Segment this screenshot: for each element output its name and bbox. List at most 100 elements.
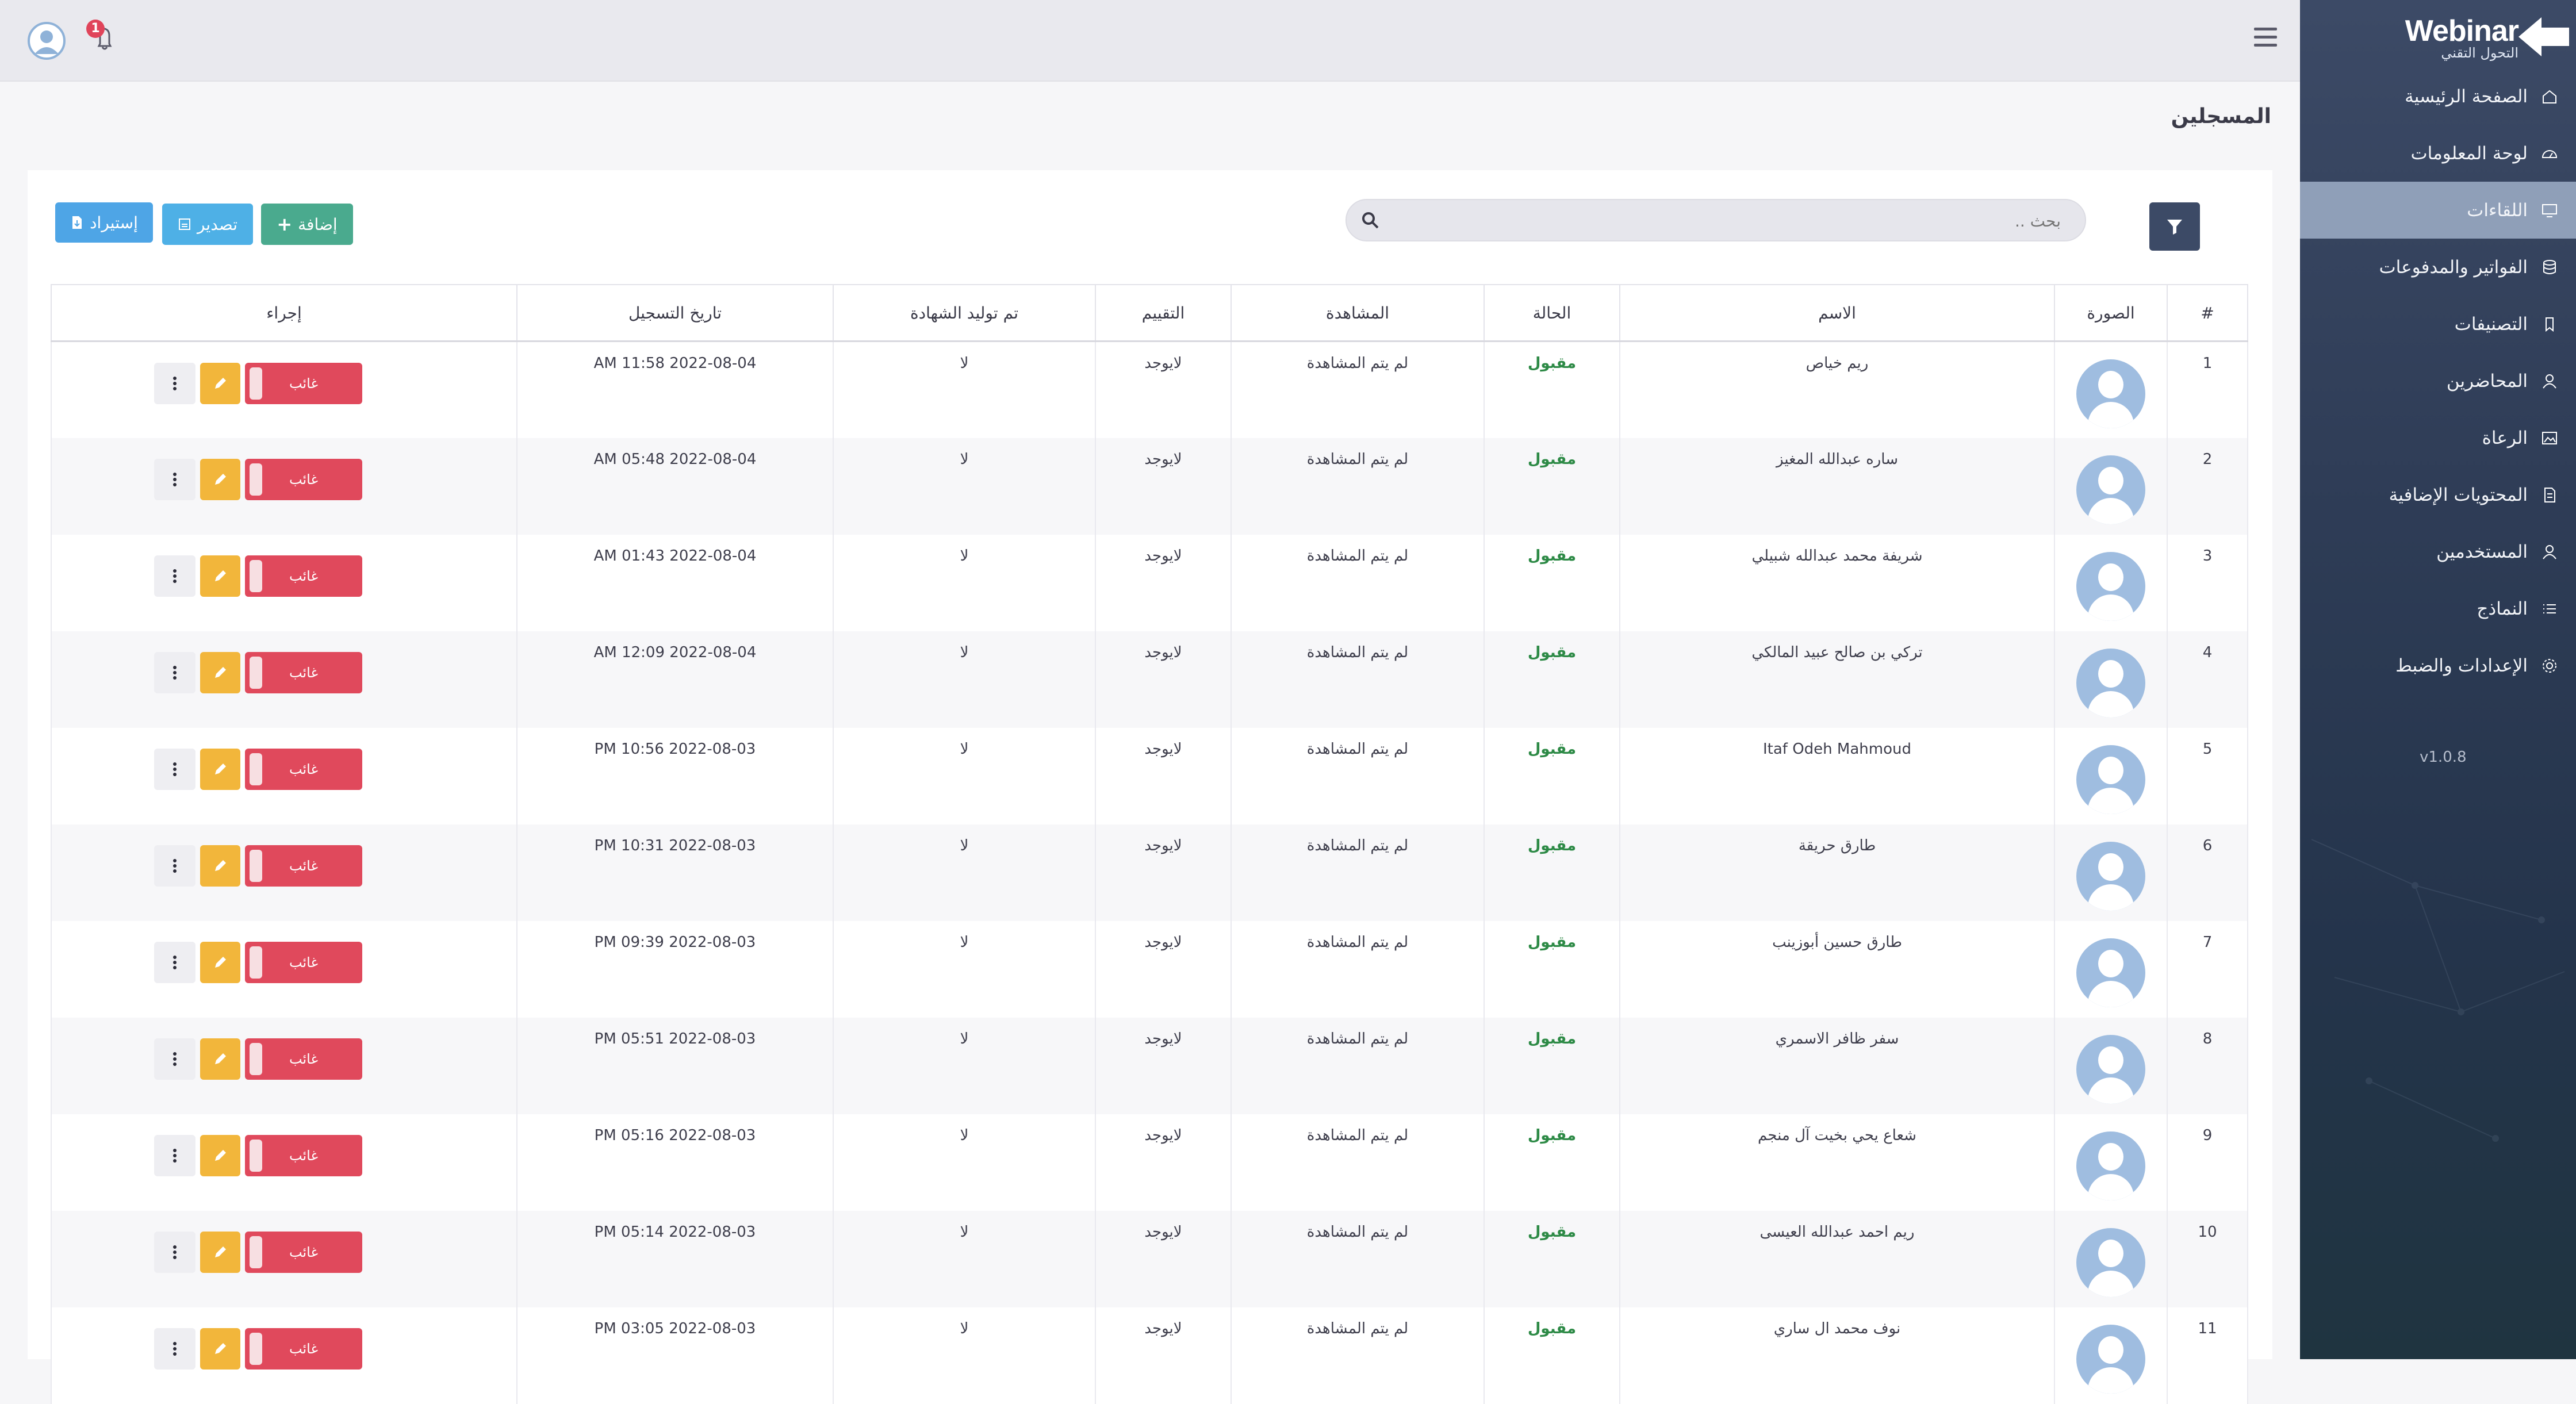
add-button[interactable]: + إضافة (261, 204, 353, 245)
sidebar-item-extra-content[interactable]: المحتويات الإضافية (2300, 466, 2576, 523)
more-options-button[interactable] (154, 651, 195, 693)
menu-toggle-icon[interactable] (2254, 28, 2277, 47)
status-badge: مقبول (1483, 824, 1620, 921)
row-number: 8 (2167, 1017, 2248, 1114)
column-header-photo[interactable]: الصورة (2054, 284, 2168, 342)
edit-button[interactable] (200, 363, 240, 404)
sidebar-item-sponsors[interactable]: الرعاة (2300, 409, 2576, 466)
edit-button[interactable] (200, 1231, 240, 1273)
row-name: ساره عبدالله المغيز (1619, 438, 2055, 535)
pencil-icon (215, 378, 226, 389)
more-options-button[interactable] (154, 1231, 195, 1273)
absent-toggle-button[interactable]: غائب (245, 1231, 362, 1273)
more-options-button[interactable] (154, 555, 195, 597)
more-options-button[interactable] (154, 458, 195, 500)
row-registration-date: 2022-08-03 10:56 PM (516, 727, 834, 824)
column-header-number[interactable]: # (2167, 284, 2248, 342)
sidebar-item-meetings[interactable]: اللقاءات (2300, 182, 2576, 239)
sidebar-item-lecturers[interactable]: المحاضرين (2300, 352, 2576, 409)
edit-button[interactable] (200, 1038, 240, 1080)
sidebar-item-forms[interactable]: النماذج (2300, 580, 2576, 637)
row-photo-cell (2054, 920, 2168, 1018)
more-options-button[interactable] (154, 1134, 195, 1176)
row-photo-cell (2054, 1114, 2168, 1211)
more-vertical-icon (173, 377, 177, 390)
row-actions: غائب (51, 438, 518, 535)
row-watch-status: لم يتم المشاهدة (1230, 341, 1485, 438)
sidebar-item-label: لوحة المعلومات (2410, 143, 2528, 164)
sidebar-item-categories[interactable]: التصنيفات (2300, 296, 2576, 352)
absent-toggle-button[interactable]: غائب (245, 748, 362, 790)
column-header-status[interactable]: الحالة (1483, 284, 1620, 342)
app-version: v1.0.8 (2420, 749, 2467, 766)
row-name: طارق حريقة (1619, 824, 2055, 921)
row-number: 11 (2167, 1307, 2248, 1404)
more-options-button[interactable] (154, 748, 195, 790)
export-button[interactable]: تصدير (162, 204, 253, 245)
table-row: 5 Itaf Odeh Mahmoud مقبول لم يتم المشاهد… (51, 727, 2248, 824)
row-name: نوف محمد ال ساري (1619, 1307, 2055, 1404)
status-badge: مقبول (1483, 727, 1620, 824)
column-header-action: إجراء (51, 284, 518, 342)
search-input[interactable] (1393, 205, 2062, 237)
column-header-certificate[interactable]: تم توليد الشهادة (833, 284, 1096, 342)
sidebar-item-users[interactable]: المستخدمين (2300, 523, 2576, 580)
filter-button[interactable] (2149, 202, 2200, 251)
row-actions: غائب (51, 824, 518, 921)
toggle-knob (250, 946, 262, 979)
row-photo-cell (2054, 631, 2168, 728)
absent-toggle-button[interactable]: غائب (245, 458, 362, 500)
row-rating: لايوجد (1095, 1210, 1232, 1307)
absent-toggle-button[interactable]: غائب (245, 555, 362, 597)
more-options-button[interactable] (154, 1038, 195, 1080)
more-options-button[interactable] (154, 845, 195, 887)
sidebar-item-dashboard[interactable]: لوحة المعلومات (2300, 125, 2576, 182)
edit-button[interactable] (200, 458, 240, 500)
column-header-rating[interactable]: التقييم (1095, 284, 1232, 342)
plus-icon: + (277, 213, 293, 235)
notification-badge: 1 (86, 20, 105, 38)
toggle-knob (250, 367, 262, 400)
sidebar-item-settings[interactable]: الإعدادات والضبط (2300, 637, 2576, 694)
import-button[interactable]: إستيراد (55, 202, 153, 243)
edit-button[interactable] (200, 845, 240, 887)
edit-button[interactable] (200, 941, 240, 983)
row-rating: لايوجد (1095, 341, 1232, 438)
more-options-button[interactable] (154, 941, 195, 983)
edit-button[interactable] (200, 555, 240, 597)
absent-toggle-button[interactable]: غائب (245, 363, 362, 404)
webinar-logo: Webinar التحول التقني (2405, 16, 2519, 61)
edit-button[interactable] (200, 748, 240, 790)
more-vertical-icon (173, 955, 177, 969)
absent-toggle-button[interactable]: غائب (245, 1328, 362, 1370)
sidebar-item-invoices[interactable]: الفواتير والمدفوعات (2300, 239, 2576, 296)
edit-button[interactable] (200, 1328, 240, 1370)
row-certificate: لا (833, 1114, 1096, 1211)
absent-toggle-button[interactable]: غائب (245, 1134, 362, 1176)
edit-button[interactable] (200, 1134, 240, 1176)
more-options-button[interactable] (154, 1328, 195, 1370)
sidebar-item-label: الفواتير والمدفوعات (2379, 256, 2528, 278)
absent-toggle-button[interactable]: غائب (245, 941, 362, 983)
row-actions: غائب (51, 1114, 518, 1211)
more-options-button[interactable] (154, 363, 195, 404)
row-watch-status: لم يتم المشاهدة (1230, 727, 1485, 824)
table-row: 7 طارق حسين أبوزينب مقبول لم يتم المشاهد… (51, 920, 2248, 1018)
row-actions: غائب (51, 1210, 518, 1307)
edit-button[interactable] (200, 651, 240, 693)
absent-toggle-button[interactable]: غائب (245, 651, 362, 693)
row-rating: لايوجد (1095, 438, 1232, 535)
sidebar-item-home[interactable]: الصفحة الرئيسية (2300, 68, 2576, 125)
column-header-watch[interactable]: المشاهدة (1230, 284, 1485, 342)
absent-toggle-button[interactable]: غائب (245, 845, 362, 887)
column-header-registration-date[interactable]: تاريخ التسجيل (516, 284, 834, 342)
absent-label: غائب (289, 567, 319, 584)
more-vertical-icon (173, 1148, 177, 1163)
user-avatar-icon[interactable] (28, 22, 66, 60)
absent-toggle-button[interactable]: غائب (245, 1038, 362, 1080)
avatar (2076, 359, 2145, 428)
avatar (2076, 1131, 2145, 1200)
avatar (2076, 1034, 2145, 1104)
column-header-name[interactable]: الاسم (1619, 284, 2055, 342)
row-watch-status: لم يتم المشاهدة (1230, 1307, 1485, 1404)
